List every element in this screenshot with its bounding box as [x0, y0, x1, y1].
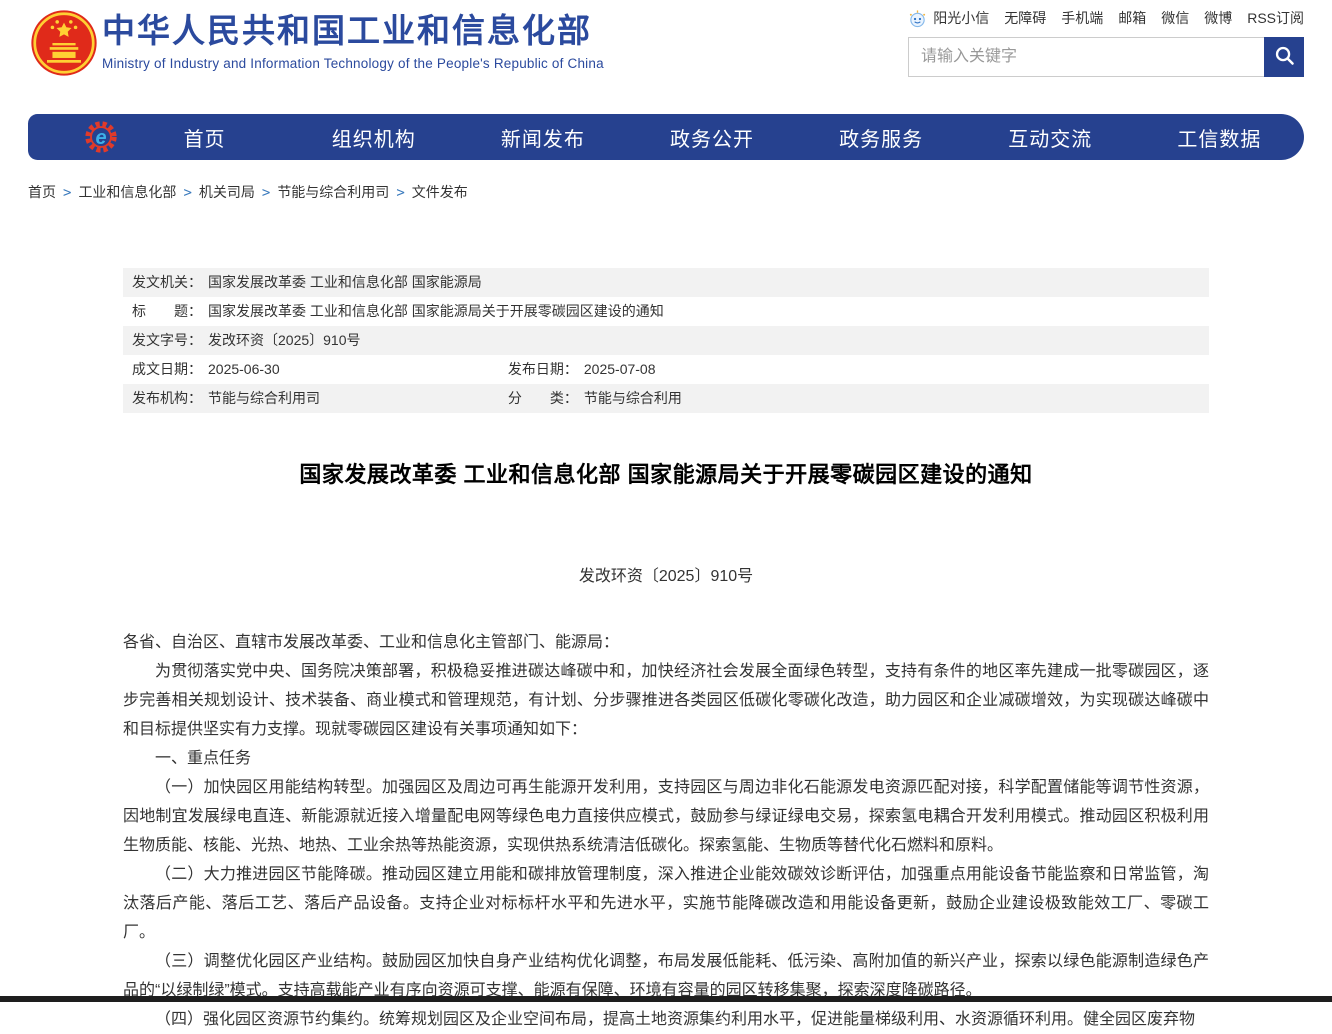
- robot-assistant-icon[interactable]: [908, 9, 927, 28]
- meta-row-title: 标 题： 国家发展改革委 工业和信息化部 国家能源局关于开展零碳园区建设的通知: [123, 297, 1209, 326]
- breadcrumb-separator: >: [63, 185, 71, 201]
- paragraph-salutation: 各省、自治区、直辖市发展改革委、工业和信息化主管部门、能源局：: [123, 628, 1209, 657]
- paragraph-intro: 为贯彻落实党中央、国务院决策部署，积极稳妥推进碳达峰碳中和，加快经济社会发展全面…: [123, 657, 1209, 744]
- svg-text:e: e: [95, 127, 106, 149]
- breadcrumb-documents[interactable]: 文件发布: [412, 184, 468, 200]
- meta-row-doc-number: 发文字号： 发改环资〔2025〕910号: [123, 326, 1209, 355]
- meta-value: 国家发展改革委 工业和信息化部 国家能源局关于开展零碳园区建设的通知: [208, 303, 664, 319]
- site-brand[interactable]: 中华人民共和国工业和信息化部 Ministry of Industry and …: [102, 13, 604, 71]
- meta-label: 发文字号：: [132, 332, 202, 348]
- utility-links: 阳光小信 无障碍 手机端 邮箱 微信 微博 RSS订阅: [908, 8, 1304, 28]
- article-body: 各省、自治区、直辖市发展改革委、工业和信息化主管部门、能源局： 为贯彻落实党中央…: [123, 628, 1209, 1034]
- link-rss[interactable]: RSS订阅: [1247, 8, 1304, 28]
- link-wechat[interactable]: 微信: [1161, 8, 1189, 28]
- search-button[interactable]: [1264, 37, 1304, 77]
- search-bar: [908, 37, 1304, 77]
- paragraph-task-2: （二）大力推进园区节能降碳。推动园区建立用能和碳排放管理制度，深入推进企业能效碳…: [123, 860, 1209, 947]
- article-doc-number: 发改环资〔2025〕910号: [123, 562, 1209, 586]
- meta-row-issuing-agency: 发文机关： 国家发展改革委 工业和信息化部 国家能源局: [123, 268, 1209, 297]
- breadcrumb-separator: >: [396, 185, 404, 201]
- breadcrumb-departments[interactable]: 机关司局: [199, 184, 255, 200]
- meta-value: 2025-06-30: [208, 361, 280, 377]
- nav-items: 首页 组织机构 新闻发布 政务公开 政务服务 互动交流 工信数据: [120, 123, 1304, 152]
- footer-top-edge: [0, 996, 1332, 1002]
- breadcrumb-home[interactable]: 首页: [28, 184, 56, 200]
- document-meta-table: 发文机关： 国家发展改革委 工业和信息化部 国家能源局 标 题： 国家发展改革委 工…: [123, 268, 1209, 413]
- article-title: 国家发展改革委 工业和信息化部 国家能源局关于开展零碳园区建设的通知: [123, 457, 1209, 489]
- breadcrumb-separator: >: [262, 185, 270, 201]
- meta-row-dates: 成文日期： 2025-06-30 发布日期： 2025-07-08: [123, 355, 1209, 384]
- breadcrumb: 首页 > 工业和信息化部 > 机关司局 > 节能与综合利用司 > 文件发布: [28, 182, 1304, 202]
- meta-label: 发文机关：: [132, 274, 202, 290]
- miit-gear-e-icon: e: [82, 118, 120, 156]
- search-input[interactable]: [908, 37, 1264, 77]
- link-accessibility[interactable]: 无障碍: [1004, 8, 1046, 28]
- meta-value: 发改环资〔2025〕910号: [208, 332, 361, 348]
- paragraph-task-4: （四）强化园区资源节约集约。统筹规划园区及企业空间布局，提高土地资源集约利用水平…: [123, 1005, 1209, 1034]
- meta-value: 2025-07-08: [584, 361, 656, 377]
- breadcrumb-energy-dept[interactable]: 节能与综合利用司: [277, 184, 389, 200]
- meta-label: 发布日期：: [508, 361, 578, 377]
- meta-label: 分 类：: [508, 390, 578, 406]
- breadcrumb-miit[interactable]: 工业和信息化部: [78, 184, 176, 200]
- paragraph-section-1: 一、重点任务: [123, 744, 1209, 773]
- document-content: 发文机关： 国家发展改革委 工业和信息化部 国家能源局 标 题： 国家发展改革委 工…: [123, 268, 1209, 1034]
- nav-item-miit-data[interactable]: 工信数据: [1135, 123, 1304, 152]
- site-header: 中华人民共和国工业和信息化部 Ministry of Industry and …: [0, 0, 1332, 100]
- meta-value: 节能与综合利用司: [208, 390, 320, 406]
- link-weibo[interactable]: 微博: [1204, 8, 1232, 28]
- nav-item-interaction[interactable]: 互动交流: [966, 123, 1135, 152]
- link-mailbox[interactable]: 邮箱: [1118, 8, 1146, 28]
- main-nav: e 首页 组织机构 新闻发布 政务公开 政务服务 互动交流 工信数据: [28, 114, 1304, 160]
- site-title: 中华人民共和国工业和信息化部: [102, 13, 604, 49]
- paragraph-task-1: （一）加快园区用能结构转型。加强园区及周边可再生能源开发利用，支持园区与周边非化…: [123, 773, 1209, 860]
- meta-row-publisher-category: 发布机构： 节能与综合利用司 分 类： 节能与综合利用: [123, 384, 1209, 413]
- meta-label: 发布机构：: [132, 390, 202, 406]
- nav-item-organization[interactable]: 组织机构: [289, 123, 458, 152]
- link-yangguang-xiaoxin[interactable]: 阳光小信: [933, 8, 989, 28]
- meta-label: 成文日期：: [132, 361, 202, 377]
- national-emblem-icon: [30, 8, 98, 78]
- search-icon: [1273, 44, 1296, 70]
- link-mobile[interactable]: 手机端: [1061, 8, 1103, 28]
- nav-item-news[interactable]: 新闻发布: [458, 123, 627, 152]
- page: { "header": { "title": "中华人民共和国工业和信息化部",…: [0, 0, 1332, 1002]
- site-subtitle: Ministry of Industry and Information Tec…: [102, 56, 604, 71]
- meta-value: 国家发展改革委 工业和信息化部 国家能源局: [208, 274, 482, 290]
- nav-item-home[interactable]: 首页: [120, 123, 289, 152]
- meta-value: 节能与综合利用: [584, 390, 682, 406]
- breadcrumb-separator: >: [183, 185, 191, 201]
- nav-item-gov-services[interactable]: 政务服务: [797, 123, 966, 152]
- meta-label: 标 题：: [132, 303, 202, 319]
- nav-item-gov-disclosure[interactable]: 政务公开: [627, 123, 796, 152]
